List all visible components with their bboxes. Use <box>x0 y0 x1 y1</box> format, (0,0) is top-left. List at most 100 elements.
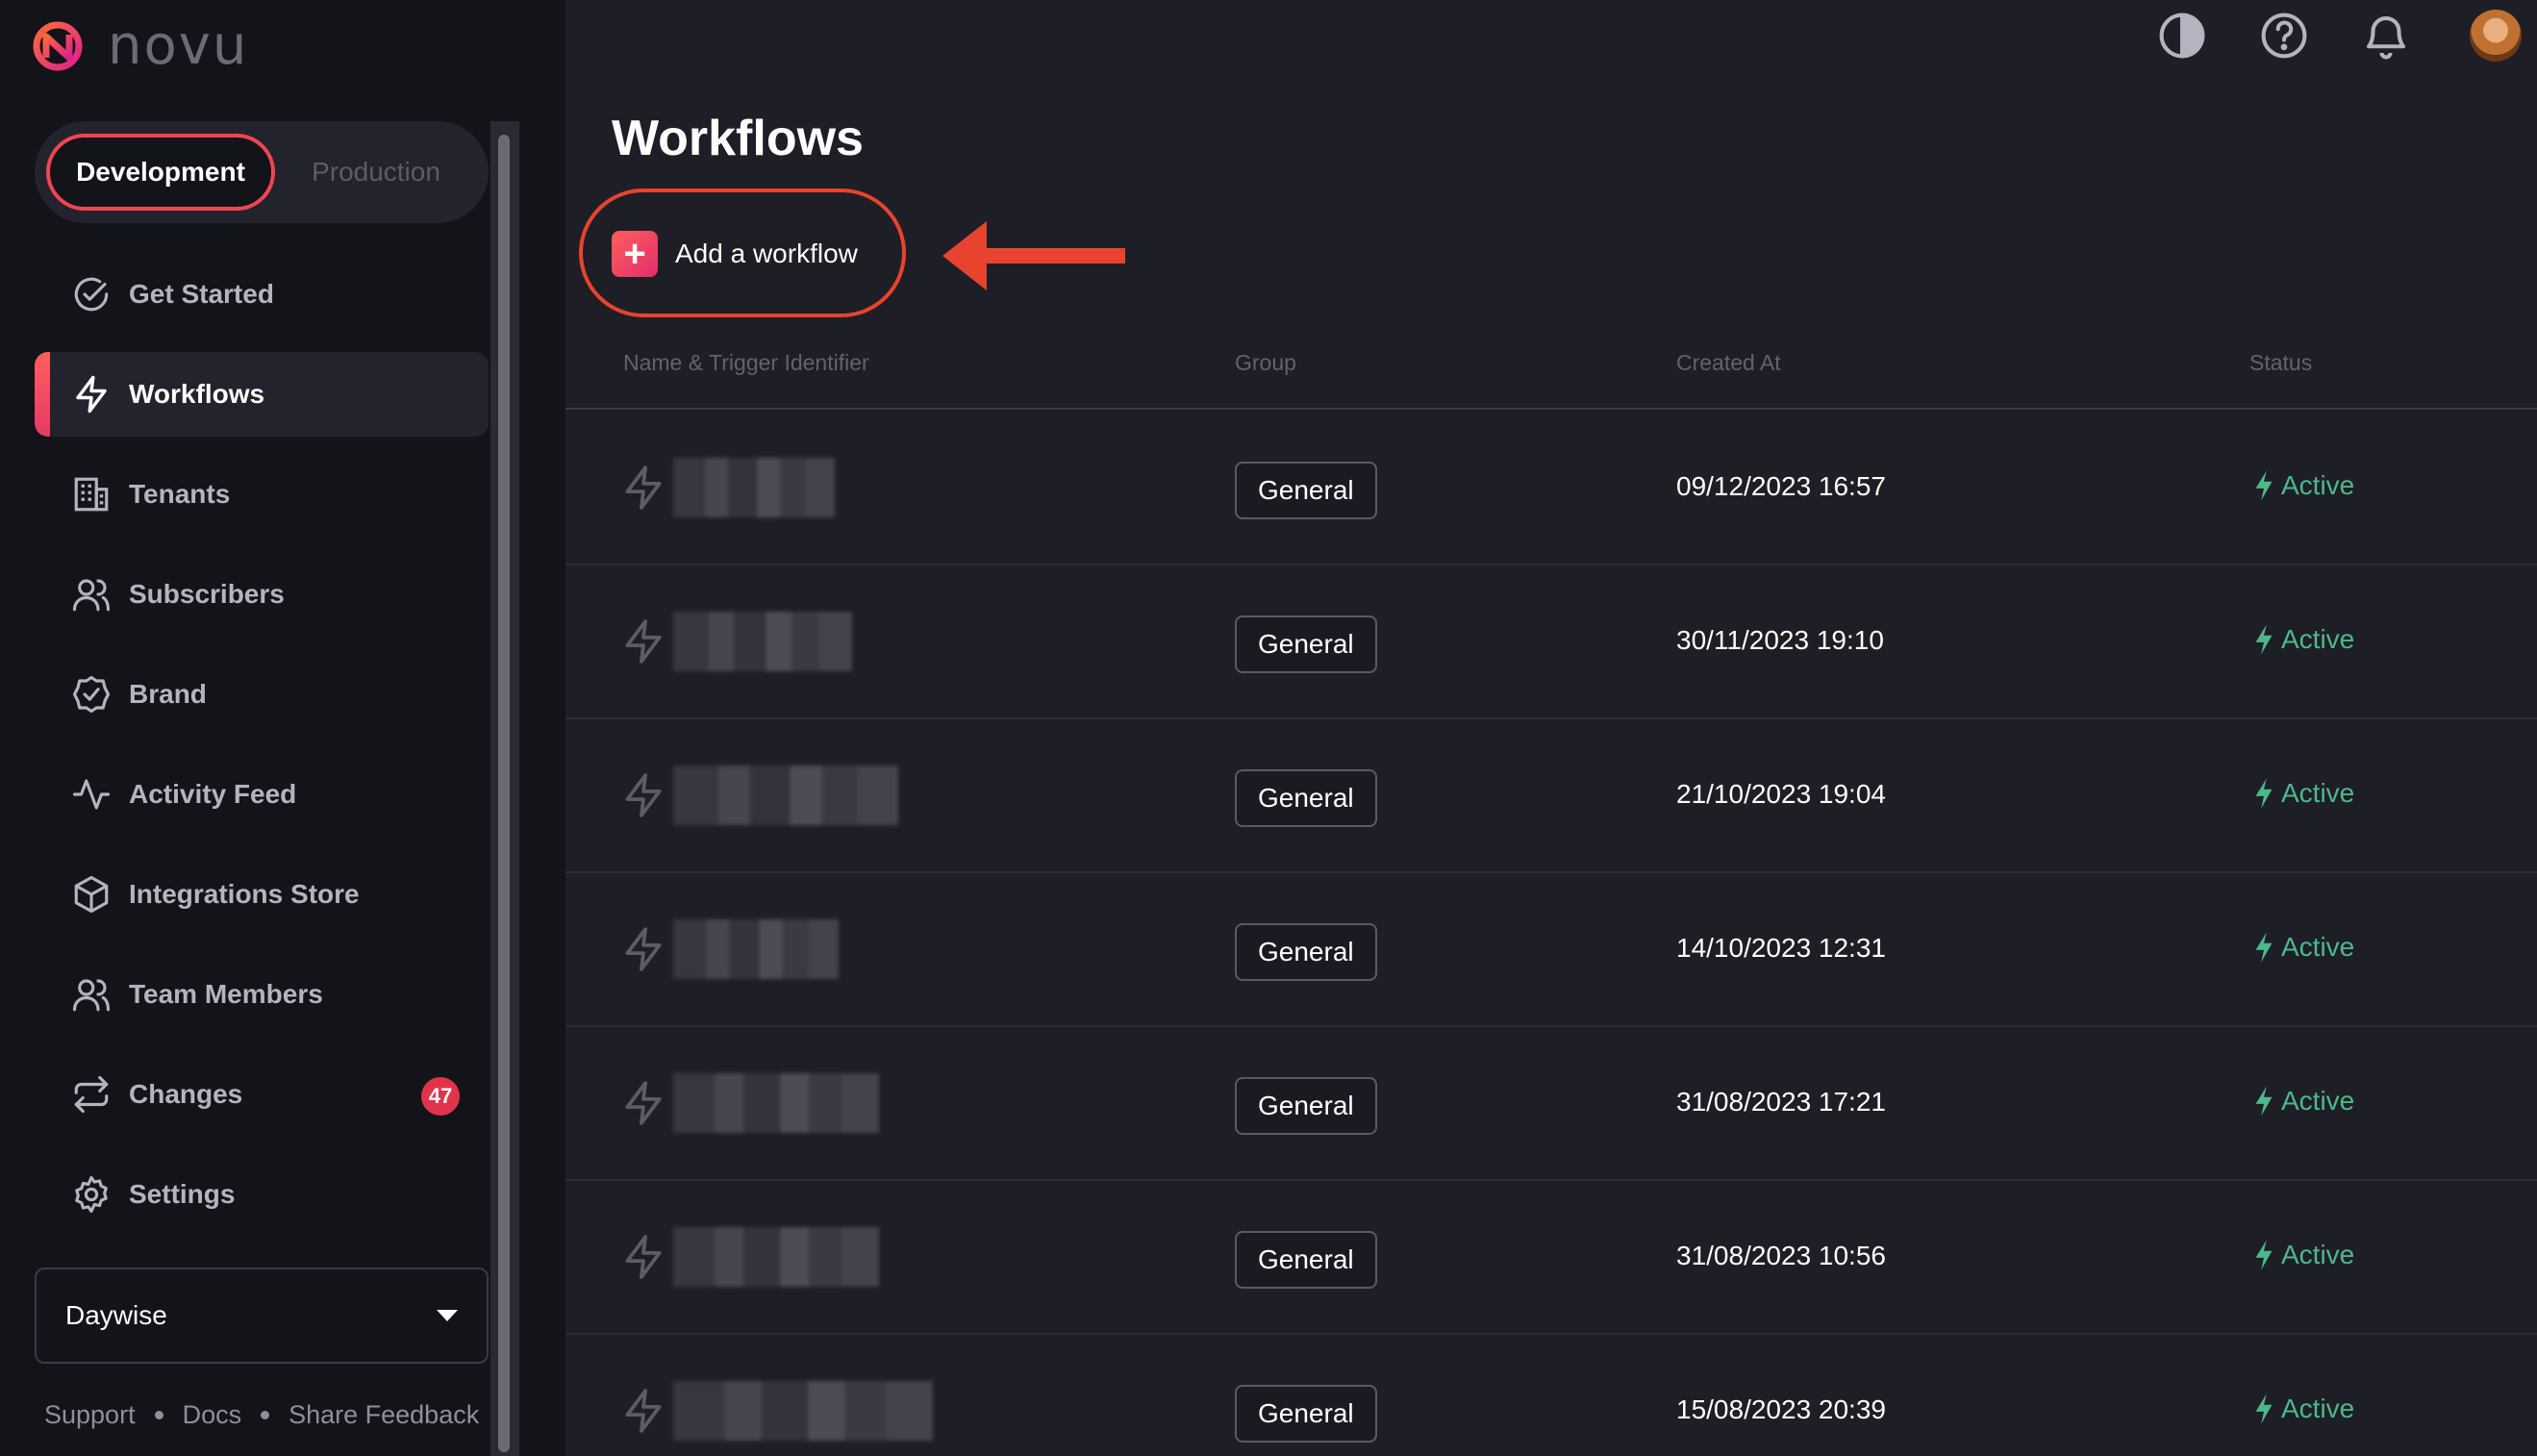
sidebar-item-label: Subscribers <box>129 579 285 609</box>
status-label: Active <box>2281 1393 2355 1423</box>
group-badge: General <box>1235 1077 1377 1135</box>
created-at-value: 31/08/2023 17:21 <box>1676 1087 1886 1117</box>
redacted-workflow-name <box>673 1073 879 1133</box>
table-row[interactable]: General 30/11/2023 19:10 Active <box>565 565 2537 719</box>
bolt-icon <box>625 465 662 510</box>
redacted-workflow-name <box>673 766 898 825</box>
sidebar-nav: Get Started Workflows Tenants Subscriber… <box>35 252 489 1252</box>
column-header-group[interactable]: Group <box>1235 350 1296 376</box>
badge-check-icon <box>72 675 111 714</box>
redacted-workflow-name <box>673 458 835 517</box>
status-badge: Active <box>2252 931 2354 964</box>
status-badge: Active <box>2252 623 2354 656</box>
team-icon <box>72 979 111 1012</box>
status-badge: Active <box>2252 777 2354 810</box>
logo[interactable]: novu <box>33 19 248 73</box>
table-row[interactable]: General 09/12/2023 16:57 Active <box>565 412 2537 565</box>
environment-switch: Development Production <box>35 121 489 223</box>
main-content: Workflows + Add a workflow Name & Trigge… <box>565 0 2537 1456</box>
group-badge: General <box>1235 923 1377 981</box>
sidebar-item-label: Brand <box>129 679 207 709</box>
sidebar-item-label: Changes <box>129 1079 243 1109</box>
plus-icon: + <box>612 231 658 277</box>
status-badge: Active <box>2252 469 2354 502</box>
bolt-icon <box>625 927 662 971</box>
status-label: Active <box>2281 1240 2355 1269</box>
sidebar-item-label: Settings <box>129 1179 236 1209</box>
bolt-icon <box>625 619 662 664</box>
table-row[interactable]: General 31/08/2023 17:21 Active <box>565 1027 2537 1181</box>
check-circle-icon <box>74 277 109 312</box>
group-badge: General <box>1235 615 1377 673</box>
sidebar-footer-links: Support Docs Share Feedback <box>44 1400 479 1430</box>
sidebar: novu Development Production Get Started … <box>0 0 565 1456</box>
support-link[interactable]: Support <box>44 1400 136 1430</box>
column-header-status[interactable]: Status <box>2249 350 2312 376</box>
created-at-value: 31/08/2023 10:56 <box>1676 1241 1886 1270</box>
user-avatar[interactable] <box>2470 10 2522 62</box>
created-at-value: 15/08/2023 20:39 <box>1676 1394 1886 1424</box>
table-row[interactable]: General 21/10/2023 19:04 Active <box>565 719 2537 873</box>
status-badge: Active <box>2252 1393 2354 1425</box>
bolt-filled-icon <box>2255 470 2273 501</box>
bell-icon <box>2366 15 2406 60</box>
column-header-created-at[interactable]: Created At <box>1676 350 1781 376</box>
status-label: Active <box>2281 624 2355 654</box>
sidebar-item-tenants[interactable]: Tenants <box>35 452 489 537</box>
theme-toggle-button[interactable] <box>2156 10 2208 62</box>
users-icon <box>72 579 111 612</box>
sidebar-scrollbar-thumb[interactable] <box>498 135 510 1452</box>
bolt-icon <box>625 1081 662 1125</box>
help-button[interactable] <box>2258 10 2310 62</box>
table-row[interactable]: General 15/08/2023 20:39 Active <box>565 1335 2537 1456</box>
sidebar-item-integrations-store[interactable]: Integrations Store <box>35 852 489 937</box>
redacted-workflow-name <box>673 919 839 979</box>
sidebar-item-label: Integrations Store <box>129 879 360 909</box>
separator-dot <box>154 1411 163 1419</box>
novu-logo-icon <box>33 21 83 71</box>
bolt-filled-icon <box>2255 778 2273 809</box>
env-development-button[interactable]: Development <box>46 134 275 211</box>
bolt-filled-icon <box>2255 932 2273 963</box>
organization-name: Daywise <box>65 1300 167 1330</box>
sidebar-item-team-members[interactable]: Team Members <box>35 952 489 1037</box>
status-label: Active <box>2281 778 2355 808</box>
help-circle-icon <box>2261 13 2307 59</box>
docs-link[interactable]: Docs <box>183 1400 242 1430</box>
changes-count-badge: 47 <box>421 1077 460 1116</box>
redacted-workflow-name <box>673 1381 933 1441</box>
sidebar-item-brand[interactable]: Brand <box>35 652 489 737</box>
sidebar-item-subscribers[interactable]: Subscribers <box>35 552 489 637</box>
share-feedback-link[interactable]: Share Feedback <box>289 1400 479 1430</box>
bolt-icon <box>625 1389 662 1433</box>
sidebar-item-settings[interactable]: Settings <box>35 1152 489 1237</box>
sidebar-item-get-started[interactable]: Get Started <box>35 252 489 337</box>
group-badge: General <box>1235 1231 1377 1289</box>
annotation-arrow-icon <box>942 221 1125 290</box>
status-label: Active <box>2281 470 2355 500</box>
redacted-workflow-name <box>673 1227 879 1287</box>
sidebar-item-changes[interactable]: Changes 47 <box>35 1052 489 1137</box>
bolt-filled-icon <box>2255 1393 2273 1424</box>
contrast-icon <box>2159 13 2205 59</box>
env-production-button[interactable]: Production <box>275 134 477 211</box>
created-at-value: 30/11/2023 19:10 <box>1676 625 1884 655</box>
table-row[interactable]: General 31/08/2023 10:56 Active <box>565 1181 2537 1335</box>
bolt-icon <box>625 773 662 817</box>
sidebar-item-label: Get Started <box>129 279 274 309</box>
table-row[interactable]: General 14/10/2023 12:31 Active <box>565 873 2537 1027</box>
status-badge: Active <box>2252 1085 2354 1117</box>
box-icon <box>74 875 109 914</box>
add-workflow-button[interactable]: + Add a workflow <box>612 227 858 281</box>
sidebar-item-label: Workflows <box>129 379 265 409</box>
sidebar-item-workflows[interactable]: Workflows <box>35 352 489 437</box>
organization-select[interactable]: Daywise <box>35 1268 489 1364</box>
bolt-filled-icon <box>2255 1086 2273 1117</box>
sidebar-item-activity-feed[interactable]: Activity Feed <box>35 752 489 837</box>
gear-icon <box>75 1175 108 1214</box>
group-badge: General <box>1235 462 1377 519</box>
column-header-name[interactable]: Name & Trigger Identifier <box>623 350 869 376</box>
page-title: Workflows <box>612 111 864 166</box>
notifications-button[interactable] <box>2360 10 2412 62</box>
group-badge: General <box>1235 769 1377 827</box>
